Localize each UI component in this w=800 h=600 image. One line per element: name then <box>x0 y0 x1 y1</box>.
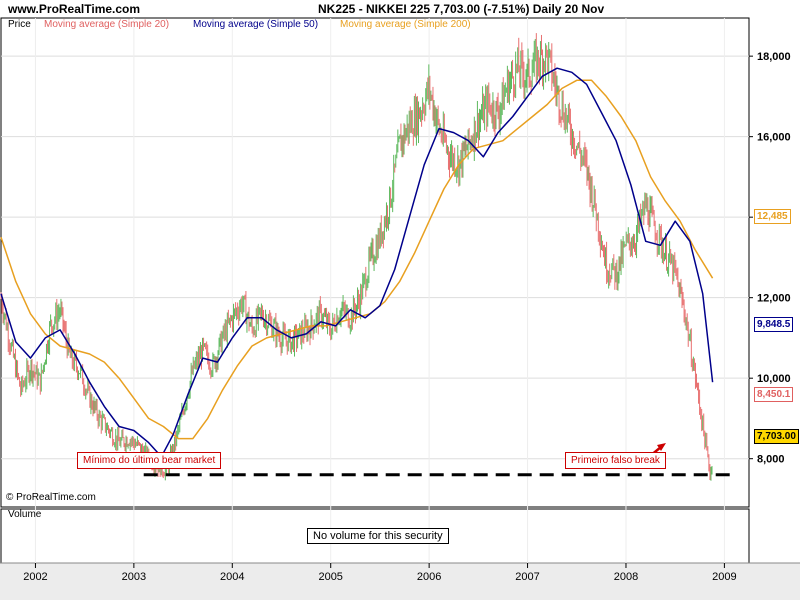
annotation-left: Mínimo do último bear market <box>77 452 222 469</box>
x-tick-label: 2006 <box>417 571 441 583</box>
price-box-ma200: 12,485 <box>754 209 791 224</box>
x-tick-label: 2004 <box>220 571 244 583</box>
price-box-ma20: 8,450.1 <box>754 387 794 402</box>
chart: 8,00010,00012,00014,00016,00018,00020022… <box>0 17 800 600</box>
time-axis-background <box>0 563 800 600</box>
volume-label: Volume <box>8 509 42 520</box>
x-tick-label: 2005 <box>318 571 342 583</box>
legend-ma200: Moving average (Simple 200) <box>340 19 471 30</box>
x-tick-label: 2002 <box>23 571 47 583</box>
price-box-last: 7,703.00 <box>754 429 799 444</box>
y-tick-label: 16,000 <box>757 132 791 144</box>
y-tick-label: 10,000 <box>757 373 791 385</box>
legend-ma20: Moving average (Simple 20) <box>44 19 170 30</box>
y-tick-label: 12,000 <box>757 293 791 305</box>
x-tick-label: 2009 <box>712 571 736 583</box>
x-tick-label: 2003 <box>122 571 146 583</box>
volume-message: No volume for this security <box>307 528 449 544</box>
x-tick-label: 2008 <box>614 571 638 583</box>
price-box-ma50: 9,848.5 <box>754 317 794 332</box>
legend-price: Price <box>8 19 31 30</box>
y-tick-label: 8,000 <box>757 454 785 466</box>
x-tick-label: 2007 <box>515 571 539 583</box>
legend-ma50: Moving average (Simple 50) <box>193 19 319 30</box>
y-tick-label: 18,000 <box>757 51 791 63</box>
copyright: © ProRealTime.com <box>6 492 96 503</box>
annotation-right: Primeiro falso break <box>565 452 666 469</box>
